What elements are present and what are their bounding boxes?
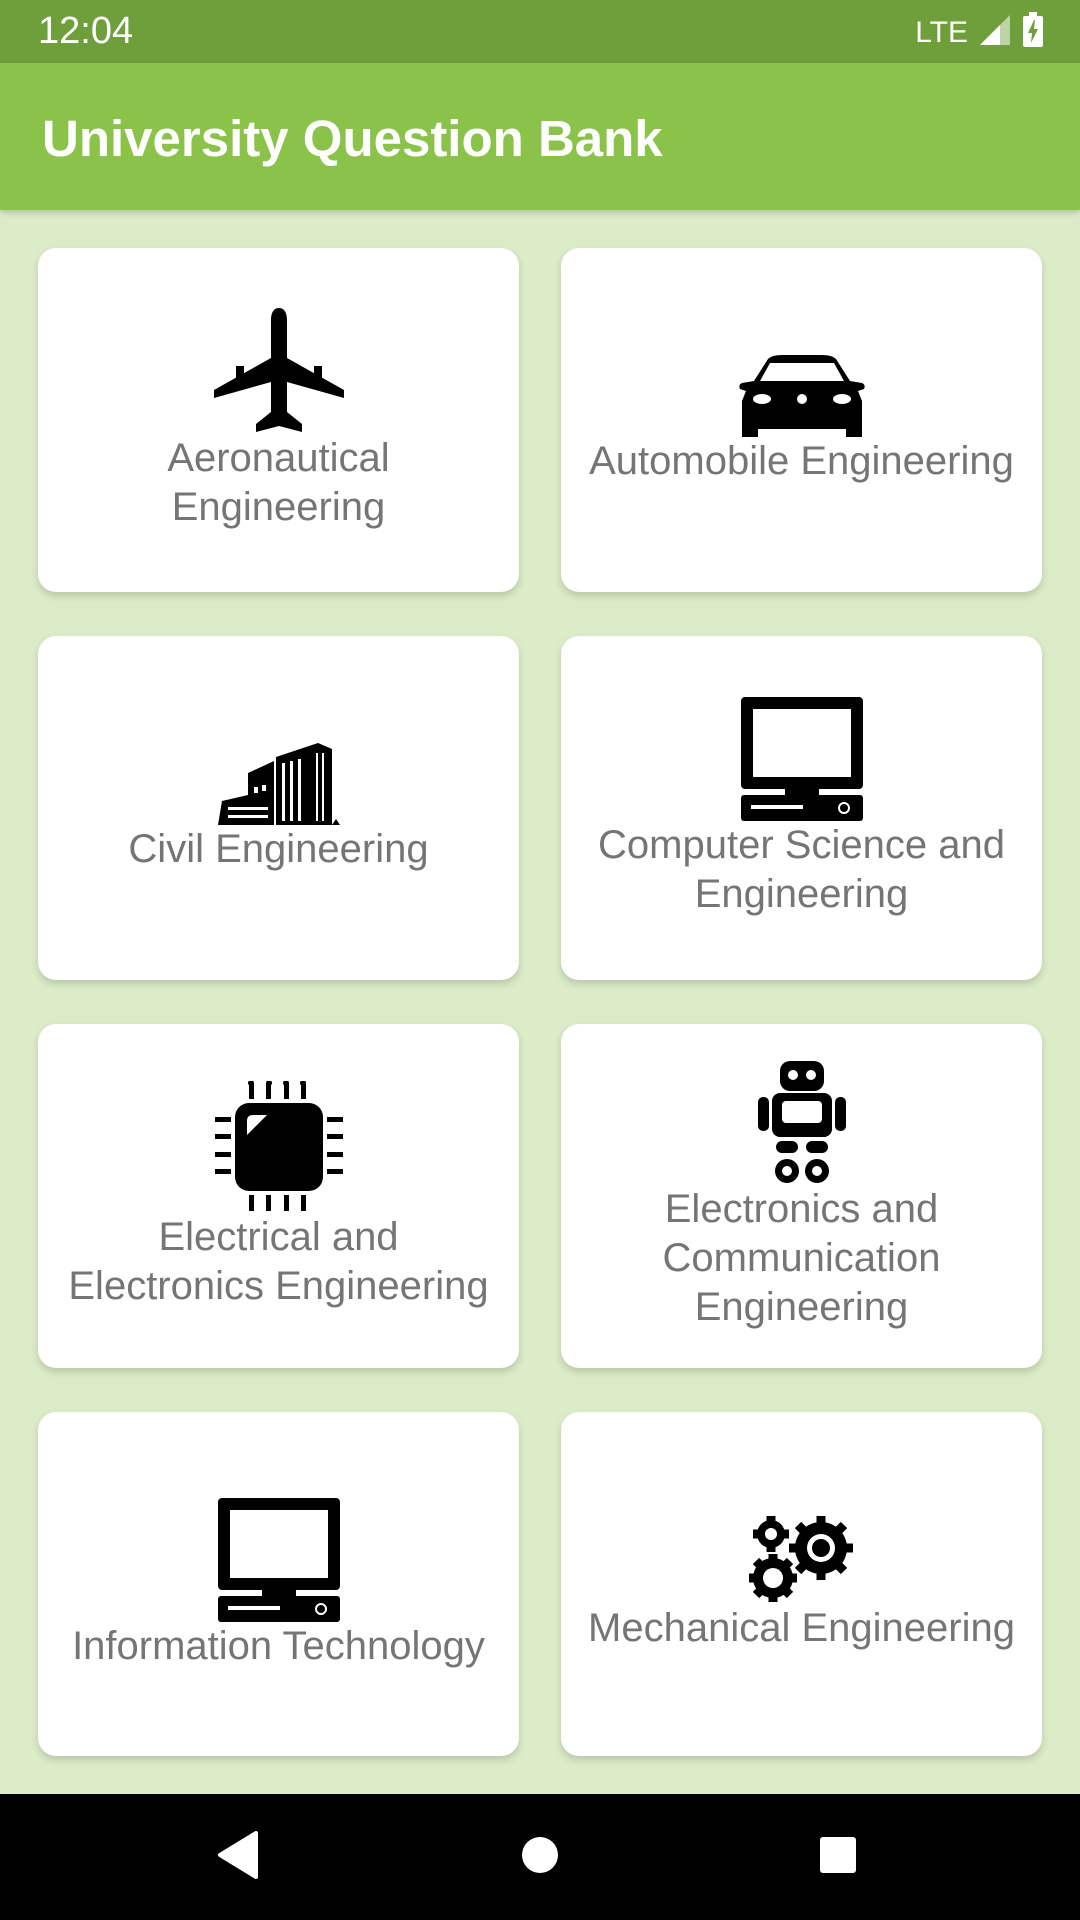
car-icon (738, 354, 866, 437)
home-button[interactable] (477, 1794, 603, 1920)
robot-icon (757, 1060, 846, 1185)
signal-icon (978, 13, 1012, 52)
department-card-aeronautical[interactable]: Aeronautical Engineering (38, 248, 519, 592)
department-card-mechanical[interactable]: Mechanical Engineering (561, 1412, 1042, 1756)
department-card-information-technology[interactable]: Information Technology (38, 1412, 519, 1756)
status-time: 12:04 (38, 10, 134, 52)
department-label: Civil Engineering (128, 826, 429, 871)
buildings-icon (217, 742, 340, 825)
status-bar: 12:04 LTE (0, 0, 1080, 63)
back-button[interactable] (175, 1794, 301, 1920)
department-card-automobile[interactable]: Automobile Engineering (561, 248, 1042, 592)
desktop-computer-icon (740, 697, 863, 821)
department-label: Computer Science and Engineering (598, 823, 1005, 916)
back-icon (216, 1830, 260, 1884)
app-title: University Question Bank (42, 110, 663, 167)
status-icons: LTE (915, 12, 1044, 53)
recents-icon (818, 1835, 858, 1880)
department-label: Information Technology (72, 1623, 485, 1668)
network-type: LTE (915, 15, 968, 49)
department-label: Mechanical Engineering (588, 1605, 1015, 1650)
department-label: Electronics and Communication Engineerin… (662, 1186, 941, 1329)
department-grid: Aeronautical Engineering Automobile Engi… (0, 210, 1080, 1778)
recents-button[interactable] (775, 1794, 901, 1920)
navigation-bar (0, 1794, 1080, 1920)
department-label: Automobile Engineering (589, 438, 1014, 483)
home-icon (520, 1835, 560, 1880)
microchip-icon (213, 1081, 345, 1213)
app-bar: University Question Bank (0, 63, 1080, 210)
department-label: Electrical and Electronics Engineering (68, 1215, 489, 1308)
battery-icon (1022, 12, 1044, 53)
department-card-electrical[interactable]: Electrical and Electronics Engineering (38, 1024, 519, 1368)
desktop-computer-icon (217, 1497, 340, 1622)
airplane-icon (213, 308, 344, 434)
gears-icon (748, 1515, 855, 1604)
department-card-electronics-communication[interactable]: Electronics and Communication Engineerin… (561, 1024, 1042, 1368)
department-label: Aeronautical Engineering (167, 436, 390, 529)
department-card-civil[interactable]: Civil Engineering (38, 636, 519, 980)
department-card-computer-science[interactable]: Computer Science and Engineering (561, 636, 1042, 980)
